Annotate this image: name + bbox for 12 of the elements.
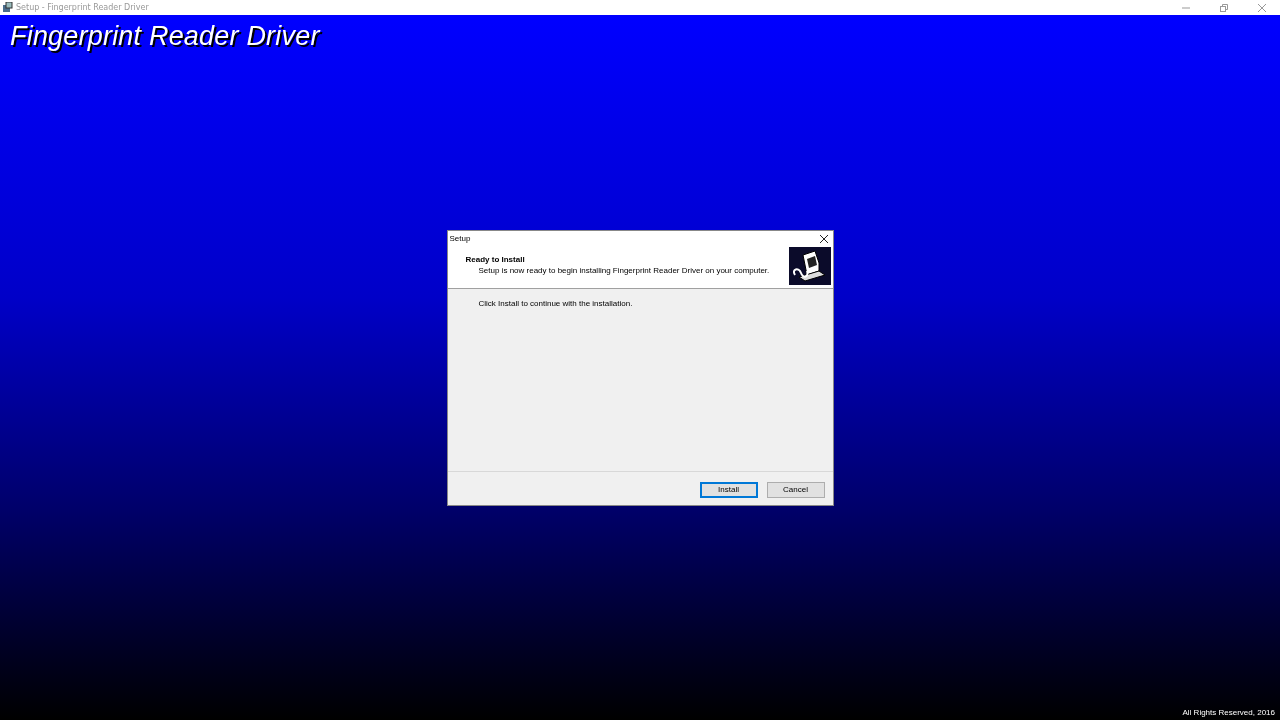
banner-title: Fingerprint Reader Driver: [10, 21, 320, 52]
instruction-text: Click Install to continue with the installation.: [478, 298, 633, 308]
page-heading: Ready to Install: [465, 254, 526, 264]
restore-icon[interactable]: [1220, 3, 1228, 12]
copyright-text: All Rights Reserved, 2016: [1182, 708, 1275, 717]
dialog-button[interactable]: Cancel: [766, 481, 825, 498]
window-title: Setup - Fingerprint Reader Driver: [16, 3, 150, 12]
dialog-title: Setup: [449, 234, 471, 243]
app-icon: [3, 2, 13, 13]
page-subheading: Setup is now ready to begin installing Fingerprint Reader Driver on your computer.: [477, 265, 770, 275]
dialog-button[interactable]: Install: [699, 481, 758, 498]
close-icon[interactable]: [819, 234, 828, 243]
